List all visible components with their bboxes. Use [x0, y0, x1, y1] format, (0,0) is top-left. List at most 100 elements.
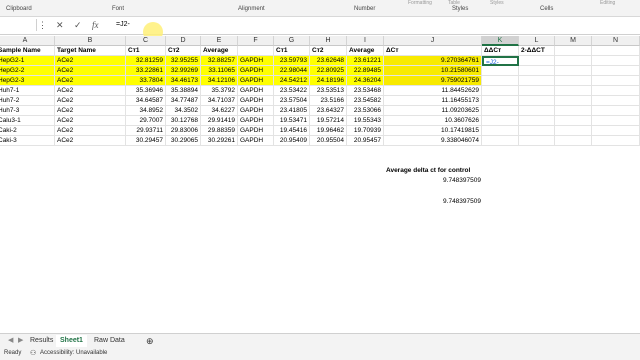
column-header-k[interactable]: K	[482, 36, 519, 46]
cell-j8[interactable]: 10.3607626	[384, 116, 482, 126]
formula-input[interactable]: =J2-	[116, 21, 130, 28]
cell-g9[interactable]: 19.45416	[274, 126, 310, 136]
cell-j2[interactable]: 9.270364761	[384, 56, 482, 66]
cell-d8[interactable]: 30.12768	[166, 116, 201, 126]
ribbon-group-clipboard[interactable]: Clipboard	[6, 6, 32, 12]
cell-f8[interactable]: GAPDH	[238, 116, 274, 126]
cell-a3[interactable]: HepG2-2	[0, 66, 55, 76]
cell-e9[interactable]: 29.88359	[201, 126, 238, 136]
namebox-dropdown-icon[interactable]: ⋮	[38, 20, 47, 31]
cell-i10[interactable]: 20.95457	[347, 136, 384, 146]
cell-m6[interactable]	[555, 96, 592, 106]
cell-c8[interactable]: 29.7007	[126, 116, 166, 126]
cell-h8[interactable]: 19.57214	[310, 116, 347, 126]
cell-k10[interactable]	[482, 136, 519, 146]
cell-h2[interactable]: 23.62648	[310, 56, 347, 66]
cell-n10[interactable]	[592, 136, 640, 146]
cell-m3[interactable]	[555, 66, 592, 76]
enter-icon[interactable]: ✓	[74, 20, 82, 31]
cell-b4[interactable]: ACe2	[55, 76, 126, 86]
cell-j1[interactable]: ΔCт	[384, 46, 482, 56]
cell-m9[interactable]	[555, 126, 592, 136]
cell-a4[interactable]: HepG2-3	[0, 76, 55, 86]
cell-a5[interactable]: Huh7-1	[0, 86, 55, 96]
cell-n9[interactable]	[592, 126, 640, 136]
cell-l5[interactable]	[519, 86, 555, 96]
cell-e1[interactable]: Average	[201, 46, 238, 56]
cell-f10[interactable]: GAPDH	[238, 136, 274, 146]
column-header-f[interactable]: F	[238, 36, 274, 46]
cell-i7[interactable]: 23.53066	[347, 106, 384, 116]
cell-g6[interactable]: 23.57504	[274, 96, 310, 106]
cell-h1[interactable]: Cт2	[310, 46, 347, 56]
column-header-g[interactable]: G	[274, 36, 310, 46]
insert-function-icon[interactable]: fx	[92, 20, 99, 30]
cell-d3[interactable]: 32.99269	[166, 66, 201, 76]
cell-j7[interactable]: 11.09203625	[384, 106, 482, 116]
cell-f1[interactable]	[238, 46, 274, 56]
column-header-b[interactable]: B	[55, 36, 126, 46]
cell-l10[interactable]	[519, 136, 555, 146]
cell-c2[interactable]: 32.81259	[126, 56, 166, 66]
column-header-n[interactable]: N	[592, 36, 640, 46]
column-header-e[interactable]: E	[201, 36, 238, 46]
cell-k5[interactable]	[482, 86, 519, 96]
cell-i6[interactable]: 23.54582	[347, 96, 384, 106]
cell-b10[interactable]: ACe2	[55, 136, 126, 146]
cell-k8[interactable]	[482, 116, 519, 126]
cell-d2[interactable]: 32.95255	[166, 56, 201, 66]
cell-m1[interactable]	[555, 46, 592, 56]
cell-h7[interactable]: 23.64327	[310, 106, 347, 116]
cell-a10[interactable]: Caki-3	[0, 136, 55, 146]
cell-f2[interactable]: GAPDH	[238, 56, 274, 66]
cell-b6[interactable]: ACe2	[55, 96, 126, 106]
cell-g10[interactable]: 20.95409	[274, 136, 310, 146]
cell-b7[interactable]: ACe2	[55, 106, 126, 116]
cell-n8[interactable]	[592, 116, 640, 126]
cell-k9[interactable]	[482, 126, 519, 136]
cell-a8[interactable]: Calu3-1	[0, 116, 55, 126]
cell-c1[interactable]: Cт1	[126, 46, 166, 56]
cell-f6[interactable]: GAPDH	[238, 96, 274, 106]
ribbon-group-number[interactable]: Number	[354, 6, 375, 12]
cell-h6[interactable]: 23.5166	[310, 96, 347, 106]
cell-n2[interactable]	[592, 56, 640, 66]
cell-e8[interactable]: 29.91419	[201, 116, 238, 126]
ribbon-group-alignment[interactable]: Alignment	[238, 6, 265, 12]
cell-b3[interactable]: ACe2	[55, 66, 126, 76]
cell-b1[interactable]: Target Name	[55, 46, 126, 56]
cell-i9[interactable]: 19.70939	[347, 126, 384, 136]
cell-f5[interactable]: GAPDH	[238, 86, 274, 96]
cell-e7[interactable]: 34.6227	[201, 106, 238, 116]
cell-h3[interactable]: 22.80925	[310, 66, 347, 76]
cell-h10[interactable]: 20.95504	[310, 136, 347, 146]
cell-c9[interactable]: 29.93711	[126, 126, 166, 136]
cell-c6[interactable]: 34.64587	[126, 96, 166, 106]
cell-k1[interactable]: ΔΔCт	[482, 46, 519, 56]
cell-l1[interactable]: 2-ΔΔCT	[519, 46, 555, 56]
cell-b5[interactable]: ACe2	[55, 86, 126, 96]
cell-c4[interactable]: 33.7804	[126, 76, 166, 86]
cell-j6[interactable]: 11.16455173	[384, 96, 482, 106]
cell-k3[interactable]	[482, 66, 519, 76]
cell-e6[interactable]: 34.71037	[201, 96, 238, 106]
ribbon-group-cells[interactable]: Cells	[540, 6, 553, 12]
cell-i1[interactable]: Average	[347, 46, 384, 56]
ribbon-sub-formatting[interactable]: Formatting	[408, 0, 432, 6]
column-header-l[interactable]: L	[519, 36, 555, 46]
cell-n7[interactable]	[592, 106, 640, 116]
cell-i3[interactable]: 22.89485	[347, 66, 384, 76]
cell-e2[interactable]: 32.88257	[201, 56, 238, 66]
ribbon-sub-table[interactable]: Table	[448, 0, 460, 6]
cell-n5[interactable]	[592, 86, 640, 96]
status-accessibility[interactable]: Accessibility: Unavailable	[40, 347, 107, 360]
cell-a2[interactable]: HepG2-1	[0, 56, 55, 66]
cell-c10[interactable]: 30.29457	[126, 136, 166, 146]
cell-j3[interactable]: 10.21580601	[384, 66, 482, 76]
cell-e3[interactable]: 33.11065	[201, 66, 238, 76]
ribbon-group-font[interactable]: Font	[112, 6, 124, 12]
cell-e5[interactable]: 35.3792	[201, 86, 238, 96]
cell-b2[interactable]: ACe2	[55, 56, 126, 66]
cell-d5[interactable]: 35.38894	[166, 86, 201, 96]
cell-g5[interactable]: 23.53422	[274, 86, 310, 96]
